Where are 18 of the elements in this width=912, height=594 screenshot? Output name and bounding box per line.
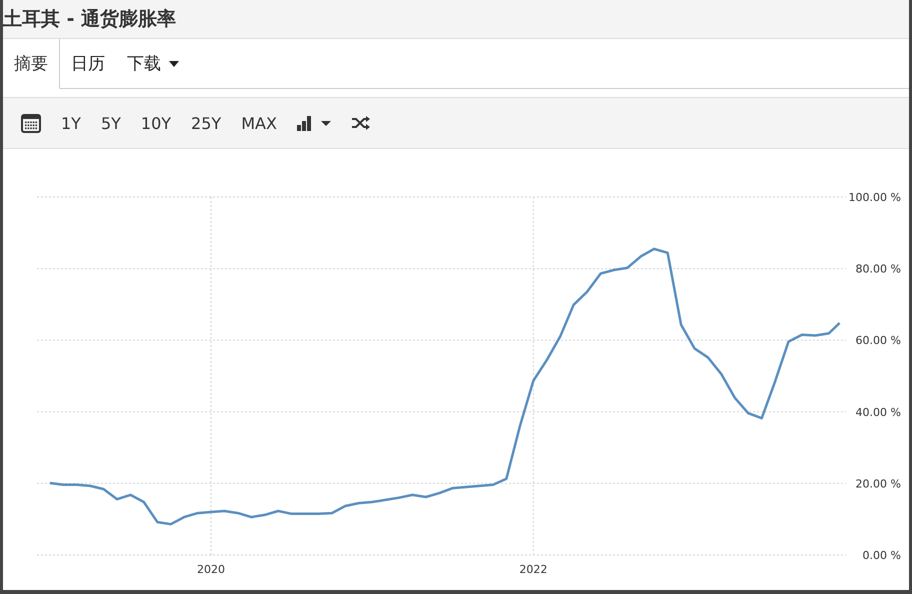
range-button[interactable]: MAX bbox=[233, 110, 285, 136]
y-axis-label: 100.00 % bbox=[848, 191, 901, 204]
calendar-icon bbox=[21, 114, 41, 132]
y-axis-label: 20.00 % bbox=[856, 477, 901, 490]
range-button[interactable]: 5Y bbox=[92, 110, 129, 136]
x-axis-label: 2022 bbox=[519, 563, 548, 576]
y-axis-label: 80.00 % bbox=[856, 262, 901, 276]
range-button[interactable]: 10Y bbox=[132, 110, 180, 136]
shuffle-icon bbox=[350, 115, 371, 131]
tab[interactable]: 摘要 bbox=[3, 39, 60, 89]
y-axis-label: 60.00 % bbox=[856, 334, 901, 348]
y-axis-label: 40.00 % bbox=[856, 406, 901, 419]
bar-chart-icon bbox=[296, 115, 331, 131]
page-title: 土耳其 - 通货膨胀率 bbox=[3, 7, 176, 32]
x-axis-label: 2020 bbox=[197, 563, 226, 576]
y-axis-label: 0.00 % bbox=[862, 549, 901, 562]
range-button[interactable]: 1Y bbox=[53, 110, 89, 136]
range-button[interactable]: 25Y bbox=[183, 110, 230, 136]
